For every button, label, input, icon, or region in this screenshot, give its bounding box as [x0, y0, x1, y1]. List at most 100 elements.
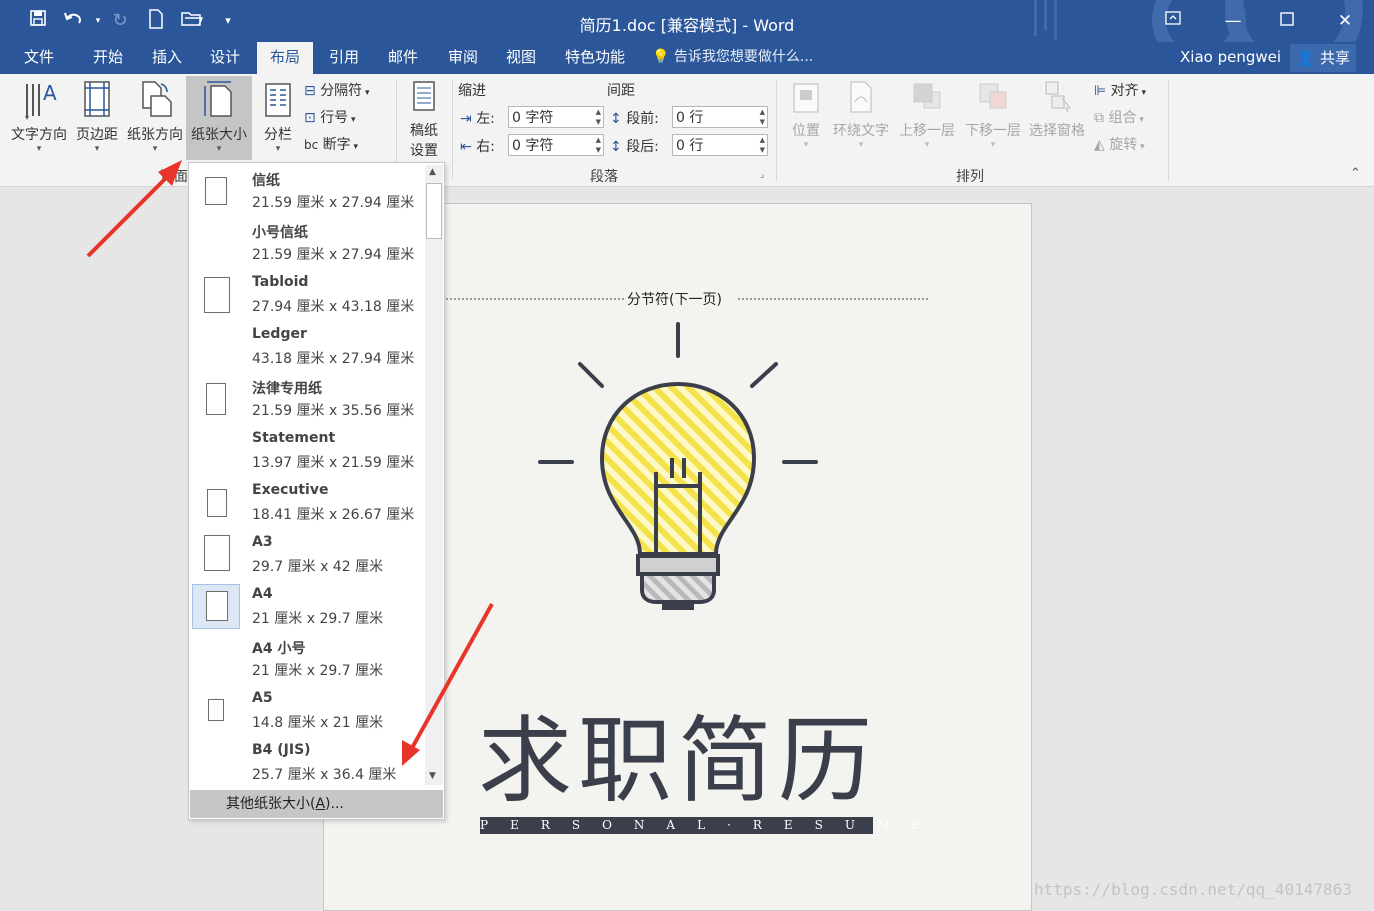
position-label: 位置: [792, 123, 820, 139]
line-numbers-icon: ⊡: [304, 110, 316, 126]
collapse-ribbon-icon[interactable]: ⌃: [1350, 166, 1361, 181]
bring-forward-button[interactable]: 上移一层 ▾: [894, 78, 960, 150]
paper-dimensions: 13.97 厘米 x 21.59 厘米: [252, 455, 415, 471]
paper-dimensions: 21 厘米 x 29.7 厘米: [252, 611, 384, 627]
tab-layout[interactable]: 布局: [257, 42, 313, 74]
tab-home[interactable]: 开始: [80, 42, 136, 74]
tab-special-features[interactable]: 特色功能: [556, 42, 634, 74]
paper-size-item[interactable]: 法律专用纸 21.59 厘米 x 35.56 厘米: [191, 373, 425, 425]
indent-heading: 缩进: [458, 83, 486, 99]
paper-size-item[interactable]: A3 29.7 厘米 x 42 厘米: [191, 529, 425, 581]
paper-size-item[interactable]: A4 小号 21 厘米 x 29.7 厘米: [191, 633, 425, 685]
paper-size-item[interactable]: 信纸 21.59 厘米 x 27.94 厘米: [191, 165, 425, 217]
line-numbers-button[interactable]: ⊡ 行号 ▾: [304, 107, 356, 127]
group-button[interactable]: ⧉ 组合 ▾: [1094, 107, 1144, 127]
orientation-button[interactable]: 纸张方向 ▾: [122, 78, 188, 154]
user-name[interactable]: Xiao pengwei: [1180, 42, 1281, 72]
align-button[interactable]: ⊫ 对齐 ▾: [1094, 80, 1146, 100]
scrollbar-thumb[interactable]: [426, 183, 442, 239]
breaks-icon: ⊟: [304, 83, 316, 99]
share-button[interactable]: 👤 共享: [1290, 44, 1356, 72]
lightbulb-illustration: [538, 322, 818, 610]
indent-left-input[interactable]: 0 字符 ▲ ▼: [508, 106, 604, 128]
group-icon: ⧉: [1094, 110, 1104, 126]
ribbon-display-options-icon[interactable]: [1158, 8, 1188, 34]
spinner-arrows-icon[interactable]: ▲ ▼: [760, 107, 765, 127]
tab-references[interactable]: 引用: [318, 42, 370, 74]
paper-size-item[interactable]: 小号信纸 21.59 厘米 x 27.94 厘米: [191, 217, 425, 269]
rotate-button[interactable]: ◭ 旋转 ▾: [1094, 134, 1145, 154]
scroll-down-icon[interactable]: ▼: [429, 771, 436, 781]
wrap-text-label: 环绕文字: [833, 123, 889, 139]
indent-right-row: ⇤ 右:: [460, 136, 495, 156]
tab-design[interactable]: 设计: [198, 42, 252, 74]
share-label: 共享: [1319, 49, 1350, 67]
paper-size-button[interactable]: 纸张大小 ▾: [186, 76, 252, 160]
tab-view[interactable]: 视图: [494, 42, 548, 74]
manuscript-icon: [400, 78, 448, 120]
margins-icon: [72, 78, 122, 124]
spacing-after-input[interactable]: 0 行 ▲ ▼: [672, 134, 768, 156]
watermark: https://blog.csdn.net/qq_40147863: [1034, 880, 1352, 899]
breaks-button[interactable]: ⊟ 分隔符 ▾: [304, 80, 370, 100]
columns-icon: [256, 78, 300, 124]
columns-button[interactable]: 分栏 ▾: [256, 78, 300, 154]
close-icon[interactable]: ✕: [1330, 8, 1360, 34]
dropdown-scrollbar[interactable]: ▲ ▼: [425, 165, 443, 785]
tab-file[interactable]: 文件: [10, 42, 68, 74]
send-backward-button[interactable]: 下移一层 ▾: [960, 78, 1026, 150]
rotate-icon: ◭: [1094, 137, 1105, 153]
selection-pane-button[interactable]: 选择窗格: [1026, 78, 1088, 140]
paper-name: Executive: [252, 482, 329, 498]
paper-name: Ledger: [252, 326, 307, 342]
minimize-icon[interactable]: —: [1218, 8, 1248, 34]
position-button[interactable]: 位置 ▾: [786, 78, 826, 150]
divider: [1168, 80, 1169, 180]
paper-size-item[interactable]: Statement 13.97 厘米 x 21.59 厘米: [191, 425, 425, 477]
indent-left-row: ⇥ 左:: [460, 108, 495, 128]
selection-pane-label: 选择窗格: [1029, 123, 1085, 139]
paper-dimensions: 25.7 厘米 x 36.4 厘米: [252, 767, 397, 783]
spacing-before-input[interactable]: 0 行 ▲ ▼: [672, 106, 768, 128]
paper-size-item[interactable]: Tabloid 27.94 厘米 x 43.18 厘米: [191, 269, 425, 321]
indent-right-input[interactable]: 0 字符 ▲ ▼: [508, 134, 604, 156]
paper-preview-icon: [204, 535, 230, 571]
paper-dimensions: 29.7 厘米 x 42 厘米: [252, 559, 384, 575]
scroll-up-icon[interactable]: ▲: [429, 167, 436, 177]
tell-me-box[interactable]: 💡 告诉我您想要做什么...: [652, 42, 813, 74]
align-label: 对齐: [1110, 83, 1139, 99]
paper-name: A4 小号: [252, 641, 306, 657]
indent-right-value: 0 字符: [512, 138, 554, 154]
paper-dimensions: 21.59 厘米 x 27.94 厘米: [252, 195, 415, 211]
divider: [452, 80, 453, 180]
more-paper-sizes-button[interactable]: 其他纸张大小(A)...: [190, 790, 443, 818]
paper-dimensions: 43.18 厘米 x 27.94 厘米: [252, 351, 415, 367]
send-backward-label: 下移一层: [965, 123, 1021, 139]
tell-me-text: 告诉我您想要做什么...: [673, 49, 814, 65]
more-sizes-text: 其他纸张大小(: [226, 796, 316, 812]
spinner-arrows-icon[interactable]: ▲ ▼: [596, 107, 601, 127]
group-label: 组合: [1108, 110, 1137, 126]
line-numbers-label: 行号: [320, 110, 349, 126]
paper-preview-icon: [204, 277, 230, 313]
tab-review[interactable]: 审阅: [436, 42, 490, 74]
paper-size-item[interactable]: A5 14.8 厘米 x 21 厘米: [191, 685, 425, 737]
text-direction-icon: A: [6, 78, 72, 124]
wrap-text-button[interactable]: 环绕文字 ▾: [830, 78, 892, 150]
margins-button[interactable]: 页边距 ▾: [72, 78, 122, 154]
paper-size-item[interactable]: Ledger 43.18 厘米 x 27.94 厘米: [191, 321, 425, 373]
manuscript-settings-button[interactable]: 稿纸 设置: [400, 78, 448, 160]
paper-size-item-selected[interactable]: A4 21 厘米 x 29.7 厘米: [191, 581, 425, 633]
margins-label: 页边距: [76, 127, 118, 143]
text-direction-button[interactable]: A 文字方向 ▾: [6, 78, 72, 154]
paper-size-item[interactable]: Executive 18.41 厘米 x 26.67 厘米: [191, 477, 425, 529]
spinner-arrows-icon[interactable]: ▲ ▼: [596, 135, 601, 155]
manuscript-label-line1: 稿纸: [410, 123, 438, 139]
spinner-arrows-icon[interactable]: ▲ ▼: [760, 135, 765, 155]
tab-mailings[interactable]: 邮件: [376, 42, 430, 74]
paper-size-item[interactable]: B4 (JIS) 25.7 厘米 x 36.4 厘米: [191, 737, 425, 789]
hyphenation-button[interactable]: bc 断字 ▾: [304, 134, 358, 154]
maximize-icon[interactable]: [1272, 8, 1302, 34]
tab-insert[interactable]: 插入: [140, 42, 194, 74]
paragraph-dialog-launcher-icon[interactable]: ⌟: [760, 170, 764, 180]
